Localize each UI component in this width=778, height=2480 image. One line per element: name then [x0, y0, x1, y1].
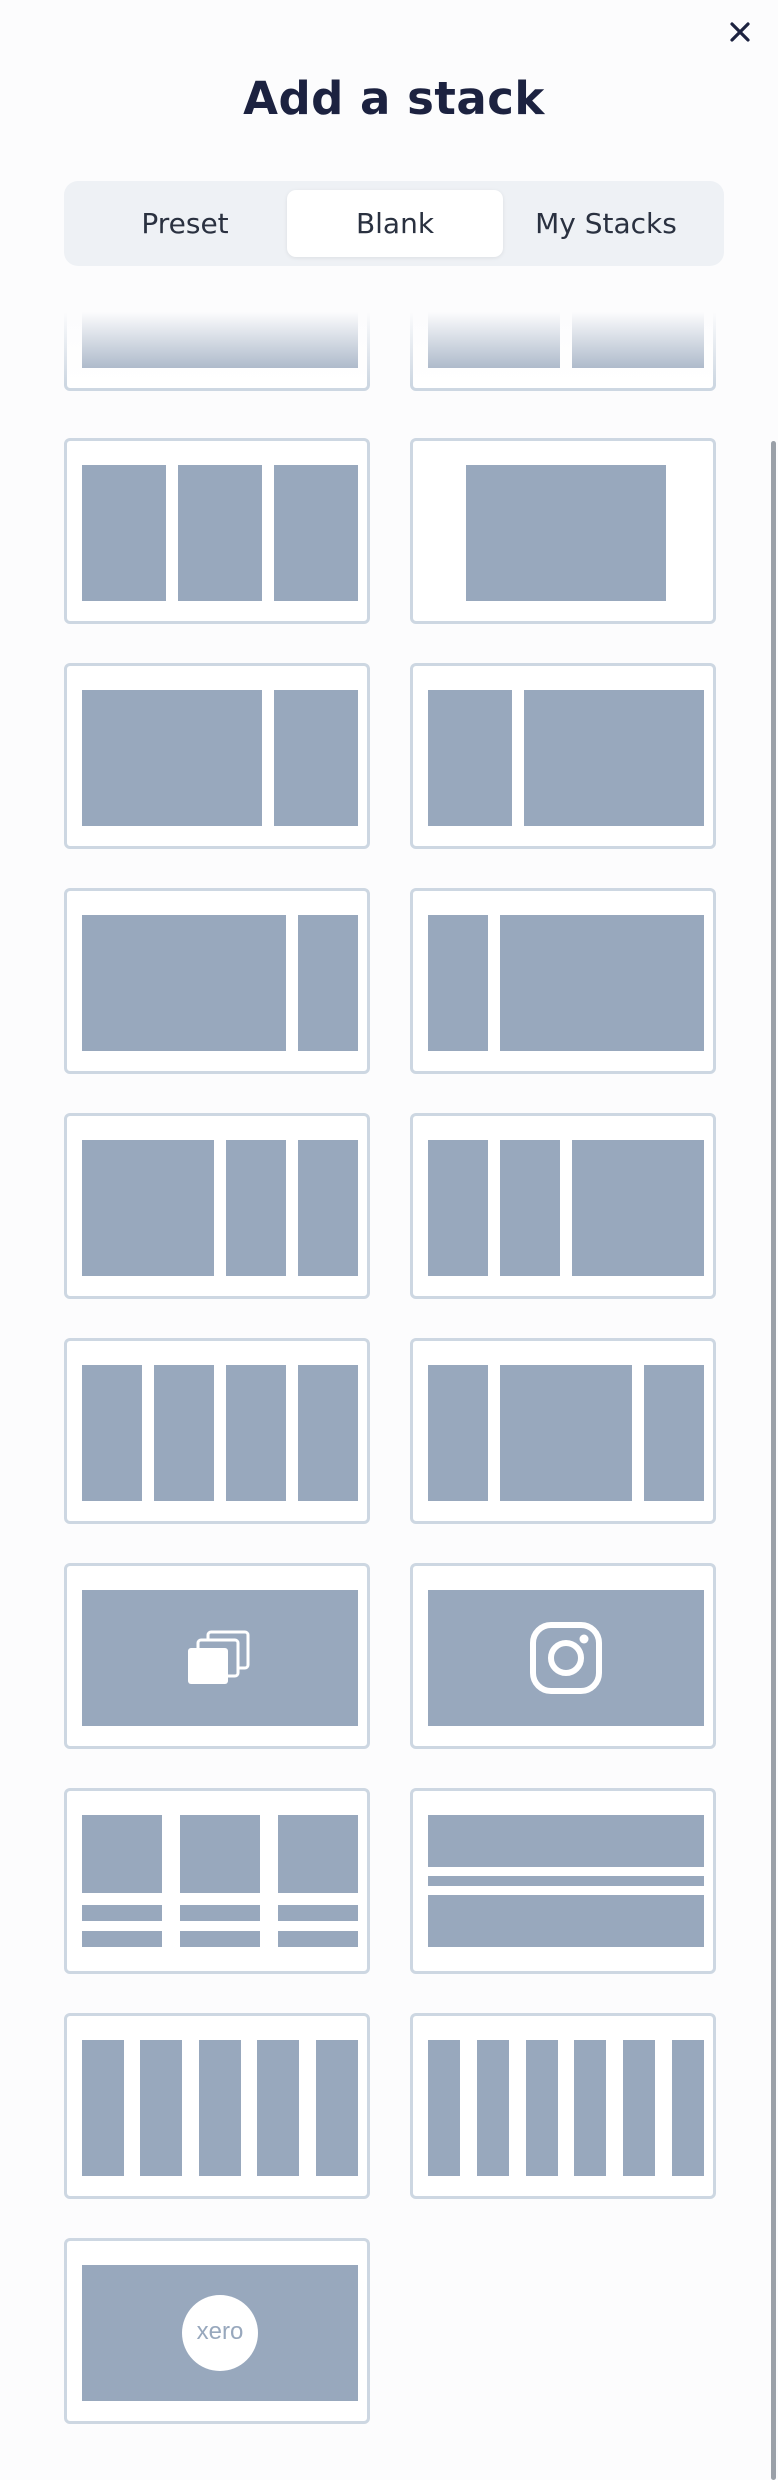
gallery-icon	[188, 1630, 250, 1684]
layout-3-cards-with-text[interactable]	[64, 1788, 370, 1974]
layout-wider-left-narrow-right[interactable]	[64, 888, 370, 1074]
layout-grid: xero	[0, 312, 778, 2480]
layout-xero[interactable]: xero	[64, 2238, 370, 2424]
xero-logo: xero	[182, 2295, 258, 2371]
layout-3-equal-columns[interactable]	[64, 438, 370, 624]
tab-bar: Preset Blank My Stacks	[64, 181, 724, 266]
layout-narrow-left-wider-right[interactable]	[410, 888, 716, 1074]
layout-wide-left-2-narrow[interactable]	[64, 1113, 370, 1299]
layout-4-equal-columns[interactable]	[64, 1338, 370, 1524]
layout-1-column-partial[interactable]	[64, 312, 370, 391]
close-button[interactable]	[722, 14, 758, 50]
close-icon	[730, 22, 750, 42]
layout-5-columns[interactable]	[64, 2013, 370, 2199]
layout-narrow-left-wide-right[interactable]	[410, 663, 716, 849]
layout-2-rows-with-divider[interactable]	[410, 1788, 716, 1974]
layout-6-columns[interactable]	[410, 2013, 716, 2199]
xero-logo-text: xero	[196, 2318, 244, 2345]
tab-my-stacks[interactable]: My Stacks	[500, 190, 712, 257]
layout-1-centered-column[interactable]	[410, 438, 716, 624]
dialog-title: Add a stack	[243, 72, 545, 125]
scrollbar[interactable]	[771, 441, 776, 2480]
tab-preset[interactable]: Preset	[80, 190, 290, 257]
layout-2-columns-partial[interactable]	[410, 312, 716, 391]
layout-gallery[interactable]	[64, 1563, 370, 1749]
layout-narrow-wide-narrow[interactable]	[410, 1338, 716, 1524]
tab-blank[interactable]: Blank	[287, 190, 503, 257]
layout-2-narrow-wide-right[interactable]	[410, 1113, 716, 1299]
layout-instagram[interactable]	[410, 1563, 716, 1749]
layout-wide-left-narrow-right[interactable]	[64, 663, 370, 849]
instagram-icon	[530, 1622, 602, 1694]
